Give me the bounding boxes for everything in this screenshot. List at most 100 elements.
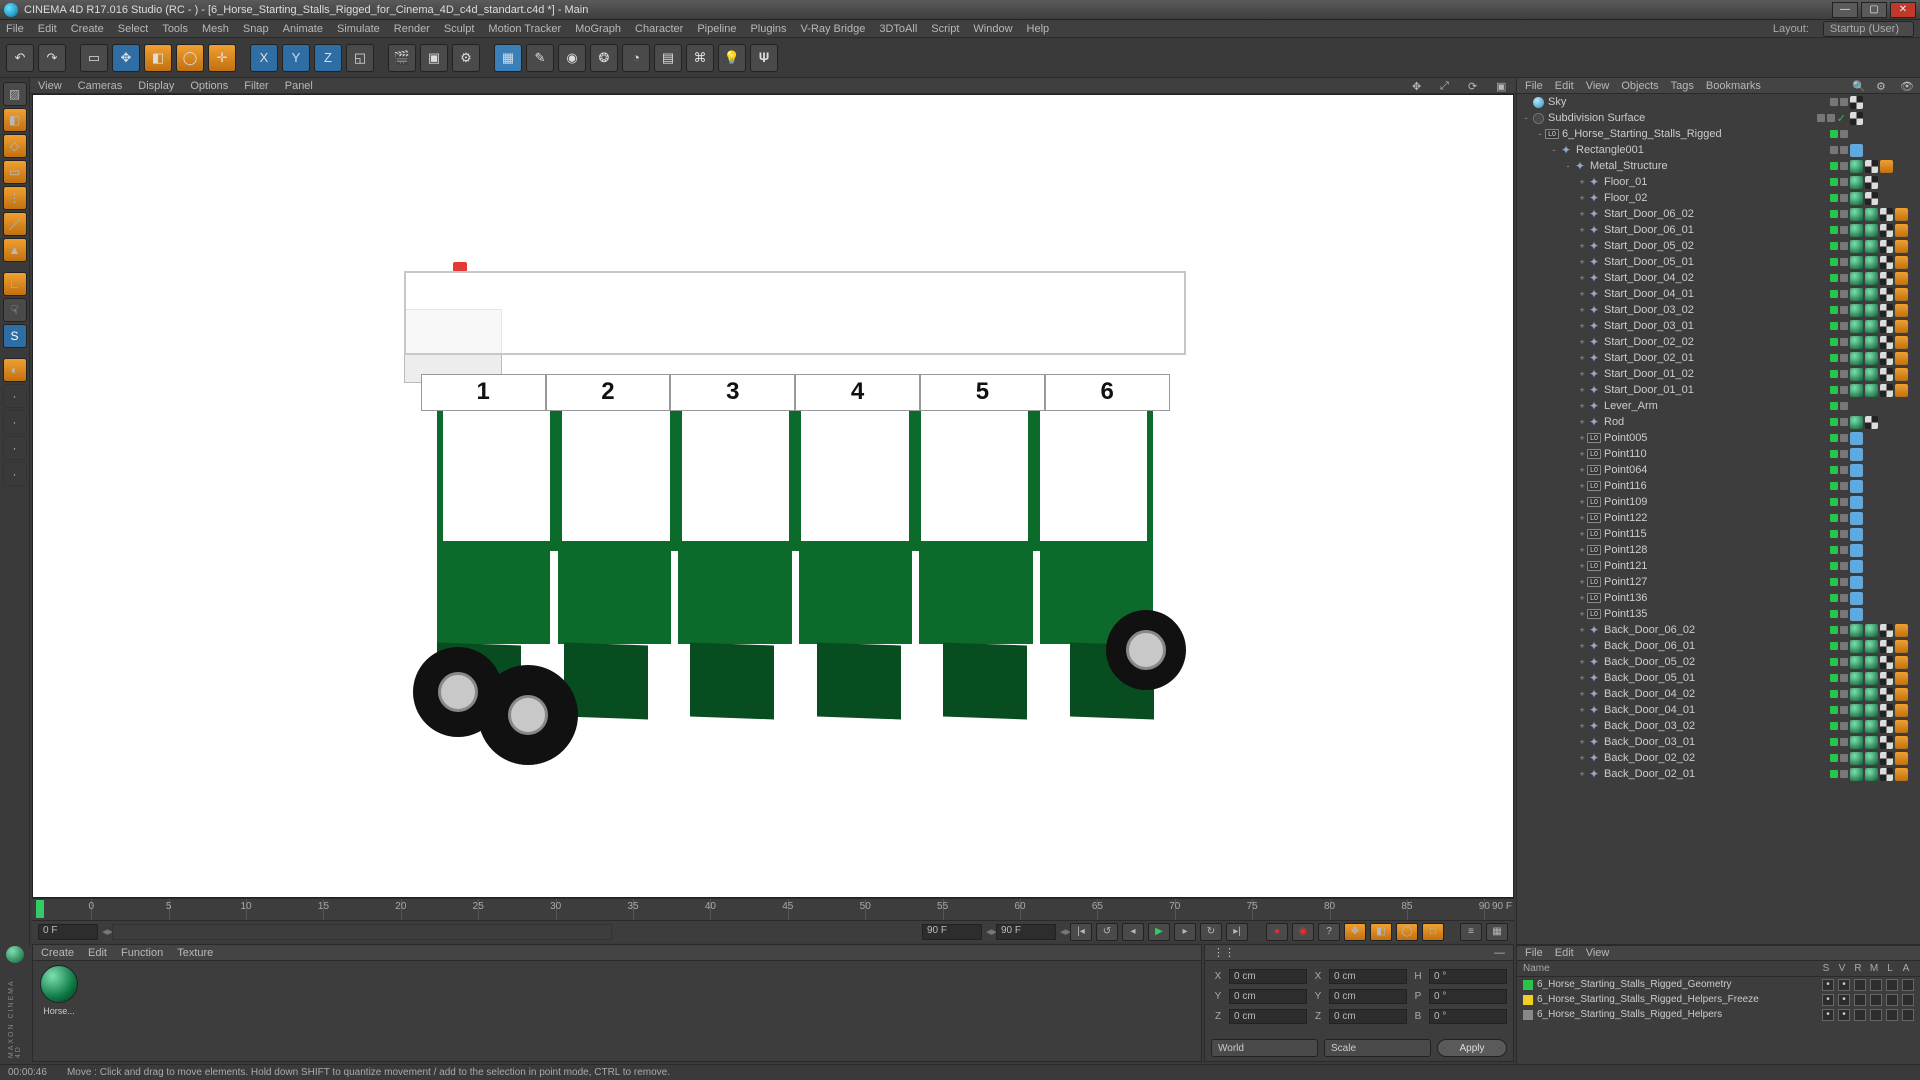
tag-area[interactable] bbox=[1850, 768, 1920, 781]
display-tag-icon[interactable] bbox=[1850, 576, 1863, 589]
material-tag-icon[interactable] bbox=[1850, 384, 1863, 397]
tag-area[interactable] bbox=[1850, 544, 1920, 557]
make-editable-button[interactable]: ▨ bbox=[3, 82, 27, 106]
material-tag-icon[interactable] bbox=[1850, 304, 1863, 317]
coord-system-button[interactable]: ◱ bbox=[346, 44, 374, 72]
tree-row[interactable]: +Floor_02 bbox=[1517, 190, 1920, 206]
maximize-button[interactable]: ▢ bbox=[1861, 2, 1887, 18]
menu-window[interactable]: Window bbox=[973, 23, 1012, 35]
compositing-tag-icon[interactable] bbox=[1880, 272, 1893, 285]
texture-mode-button[interactable]: ◇ bbox=[3, 134, 27, 158]
material-tag-icon[interactable] bbox=[1850, 192, 1863, 205]
material-tag-icon[interactable] bbox=[1865, 640, 1878, 653]
tag-area[interactable] bbox=[1850, 144, 1920, 157]
tree-expand-icon[interactable]: + bbox=[1577, 401, 1587, 411]
layer-toggle[interactable] bbox=[1902, 979, 1914, 991]
display-tag-icon[interactable] bbox=[1850, 544, 1863, 557]
tree-row[interactable]: +Start_Door_06_01 bbox=[1517, 222, 1920, 238]
visibility-dots[interactable] bbox=[1830, 242, 1848, 250]
objmenu-bookmarks[interactable]: Bookmarks bbox=[1706, 80, 1761, 92]
visibility-dots[interactable] bbox=[1830, 434, 1848, 442]
visibility-dots[interactable] bbox=[1830, 642, 1848, 650]
tree-expand-icon[interactable]: + bbox=[1577, 577, 1587, 587]
move-tool-button[interactable]: ✥ bbox=[112, 44, 140, 72]
tree-expand-icon[interactable]: + bbox=[1577, 497, 1587, 507]
display-tag-icon[interactable] bbox=[1850, 496, 1863, 509]
cube-primitive-button[interactable]: ▦ bbox=[494, 44, 522, 72]
visibility-dots[interactable] bbox=[1830, 450, 1848, 458]
tree-expand-icon[interactable]: + bbox=[1577, 529, 1587, 539]
visibility-dots[interactable] bbox=[1830, 610, 1848, 618]
material-tag-icon[interactable] bbox=[1850, 176, 1863, 189]
tree-expand-icon[interactable]: + bbox=[1577, 209, 1587, 219]
generator-check-icon[interactable]: ✓ bbox=[1837, 112, 1846, 125]
compositing-tag-icon[interactable] bbox=[1880, 624, 1893, 637]
display-tag-icon[interactable] bbox=[1850, 432, 1863, 445]
tree-expand-icon[interactable]: + bbox=[1577, 321, 1587, 331]
tree-row[interactable]: +L0Point116 bbox=[1517, 478, 1920, 494]
nurbs-button[interactable]: ◉ bbox=[558, 44, 586, 72]
menu-simulate[interactable]: Simulate bbox=[337, 23, 380, 35]
viewmenu-options[interactable]: Options bbox=[190, 80, 228, 92]
size-z-field[interactable]: 0 cm bbox=[1329, 1009, 1407, 1024]
current-frame-field[interactable]: 0 F bbox=[38, 924, 98, 940]
menu-help[interactable]: Help bbox=[1027, 23, 1050, 35]
objmenu-tags[interactable]: Tags bbox=[1671, 80, 1694, 92]
xpresso-tag-icon[interactable] bbox=[1895, 320, 1908, 333]
viewport[interactable]: 123456 bbox=[32, 94, 1514, 898]
tree-expand-icon[interactable]: + bbox=[1577, 177, 1587, 187]
material-tag-icon[interactable] bbox=[1850, 656, 1863, 669]
material-tag-icon[interactable] bbox=[1865, 352, 1878, 365]
tree-expand-icon[interactable]: + bbox=[1577, 465, 1587, 475]
visibility-dots[interactable] bbox=[1830, 466, 1848, 474]
material-tag-icon[interactable] bbox=[1865, 752, 1878, 765]
xpresso-tag-icon[interactable] bbox=[1895, 656, 1908, 669]
visibility-dots[interactable] bbox=[1830, 530, 1848, 538]
tree-row[interactable]: +L0Point110 bbox=[1517, 446, 1920, 462]
tree-expand-icon[interactable]: + bbox=[1577, 561, 1587, 571]
tree-row[interactable]: +Back_Door_04_01 bbox=[1517, 702, 1920, 718]
layer-toggle[interactable] bbox=[1870, 979, 1882, 991]
visibility-dots[interactable] bbox=[1830, 626, 1848, 634]
menu-pipeline[interactable]: Pipeline bbox=[697, 23, 736, 35]
xpresso-tag-icon[interactable] bbox=[1895, 336, 1908, 349]
coord-grip-icon[interactable]: ⋮⋮ bbox=[1213, 946, 1235, 959]
tree-expand-icon[interactable]: + bbox=[1577, 689, 1587, 699]
tree-expand-icon[interactable]: + bbox=[1577, 193, 1587, 203]
layer-toggle[interactable] bbox=[1838, 979, 1850, 991]
layer-row[interactable]: 6_Horse_Starting_Stalls_Rigged_Helpers_F… bbox=[1517, 992, 1920, 1007]
autokey-button[interactable]: ◉ bbox=[1292, 923, 1314, 941]
tree-row[interactable]: +L0Point115 bbox=[1517, 526, 1920, 542]
compositing-tag-icon[interactable] bbox=[1880, 688, 1893, 701]
tree-row[interactable]: +Start_Door_04_01 bbox=[1517, 286, 1920, 302]
compositing-tag-icon[interactable] bbox=[1880, 224, 1893, 237]
xpresso-tag-icon[interactable] bbox=[1895, 352, 1908, 365]
layer-toggle[interactable] bbox=[1822, 979, 1834, 991]
object-tree[interactable]: Sky-Subdivision Surface✓-L06_Horse_Start… bbox=[1517, 94, 1920, 944]
material-tag-icon[interactable] bbox=[1850, 672, 1863, 685]
locked-tool-3[interactable]: · bbox=[3, 436, 27, 460]
display-tag-icon[interactable] bbox=[1850, 560, 1863, 573]
go-next-key-button[interactable]: ↻ bbox=[1200, 923, 1222, 941]
undo-button[interactable]: ↶ bbox=[6, 44, 34, 72]
tag-area[interactable] bbox=[1850, 96, 1920, 109]
script-button[interactable]: 𝚿 bbox=[750, 44, 778, 72]
viewmenu-cameras[interactable]: Cameras bbox=[78, 80, 123, 92]
display-tag-icon[interactable] bbox=[1850, 480, 1863, 493]
tree-row[interactable]: +Back_Door_03_02 bbox=[1517, 718, 1920, 734]
menu-tools[interactable]: Tools bbox=[162, 23, 188, 35]
visibility-dots[interactable] bbox=[1830, 130, 1848, 138]
menu-plugins[interactable]: Plugins bbox=[750, 23, 786, 35]
lock-y-button[interactable]: Y bbox=[282, 44, 310, 72]
size-x-field[interactable]: 0 cm bbox=[1329, 969, 1407, 984]
tag-area[interactable] bbox=[1850, 240, 1920, 253]
visibility-dots[interactable] bbox=[1830, 306, 1848, 314]
tree-expand-icon[interactable]: + bbox=[1577, 289, 1587, 299]
compositing-tag-icon[interactable] bbox=[1865, 416, 1878, 429]
compositing-tag-icon[interactable] bbox=[1880, 208, 1893, 221]
compositing-tag-icon[interactable] bbox=[1850, 112, 1863, 125]
material-tag-icon[interactable] bbox=[1850, 720, 1863, 733]
compositing-tag-icon[interactable] bbox=[1880, 288, 1893, 301]
attrmenu-view[interactable]: View bbox=[1586, 947, 1610, 959]
rot-b-field[interactable]: 0 ° bbox=[1429, 1009, 1507, 1024]
